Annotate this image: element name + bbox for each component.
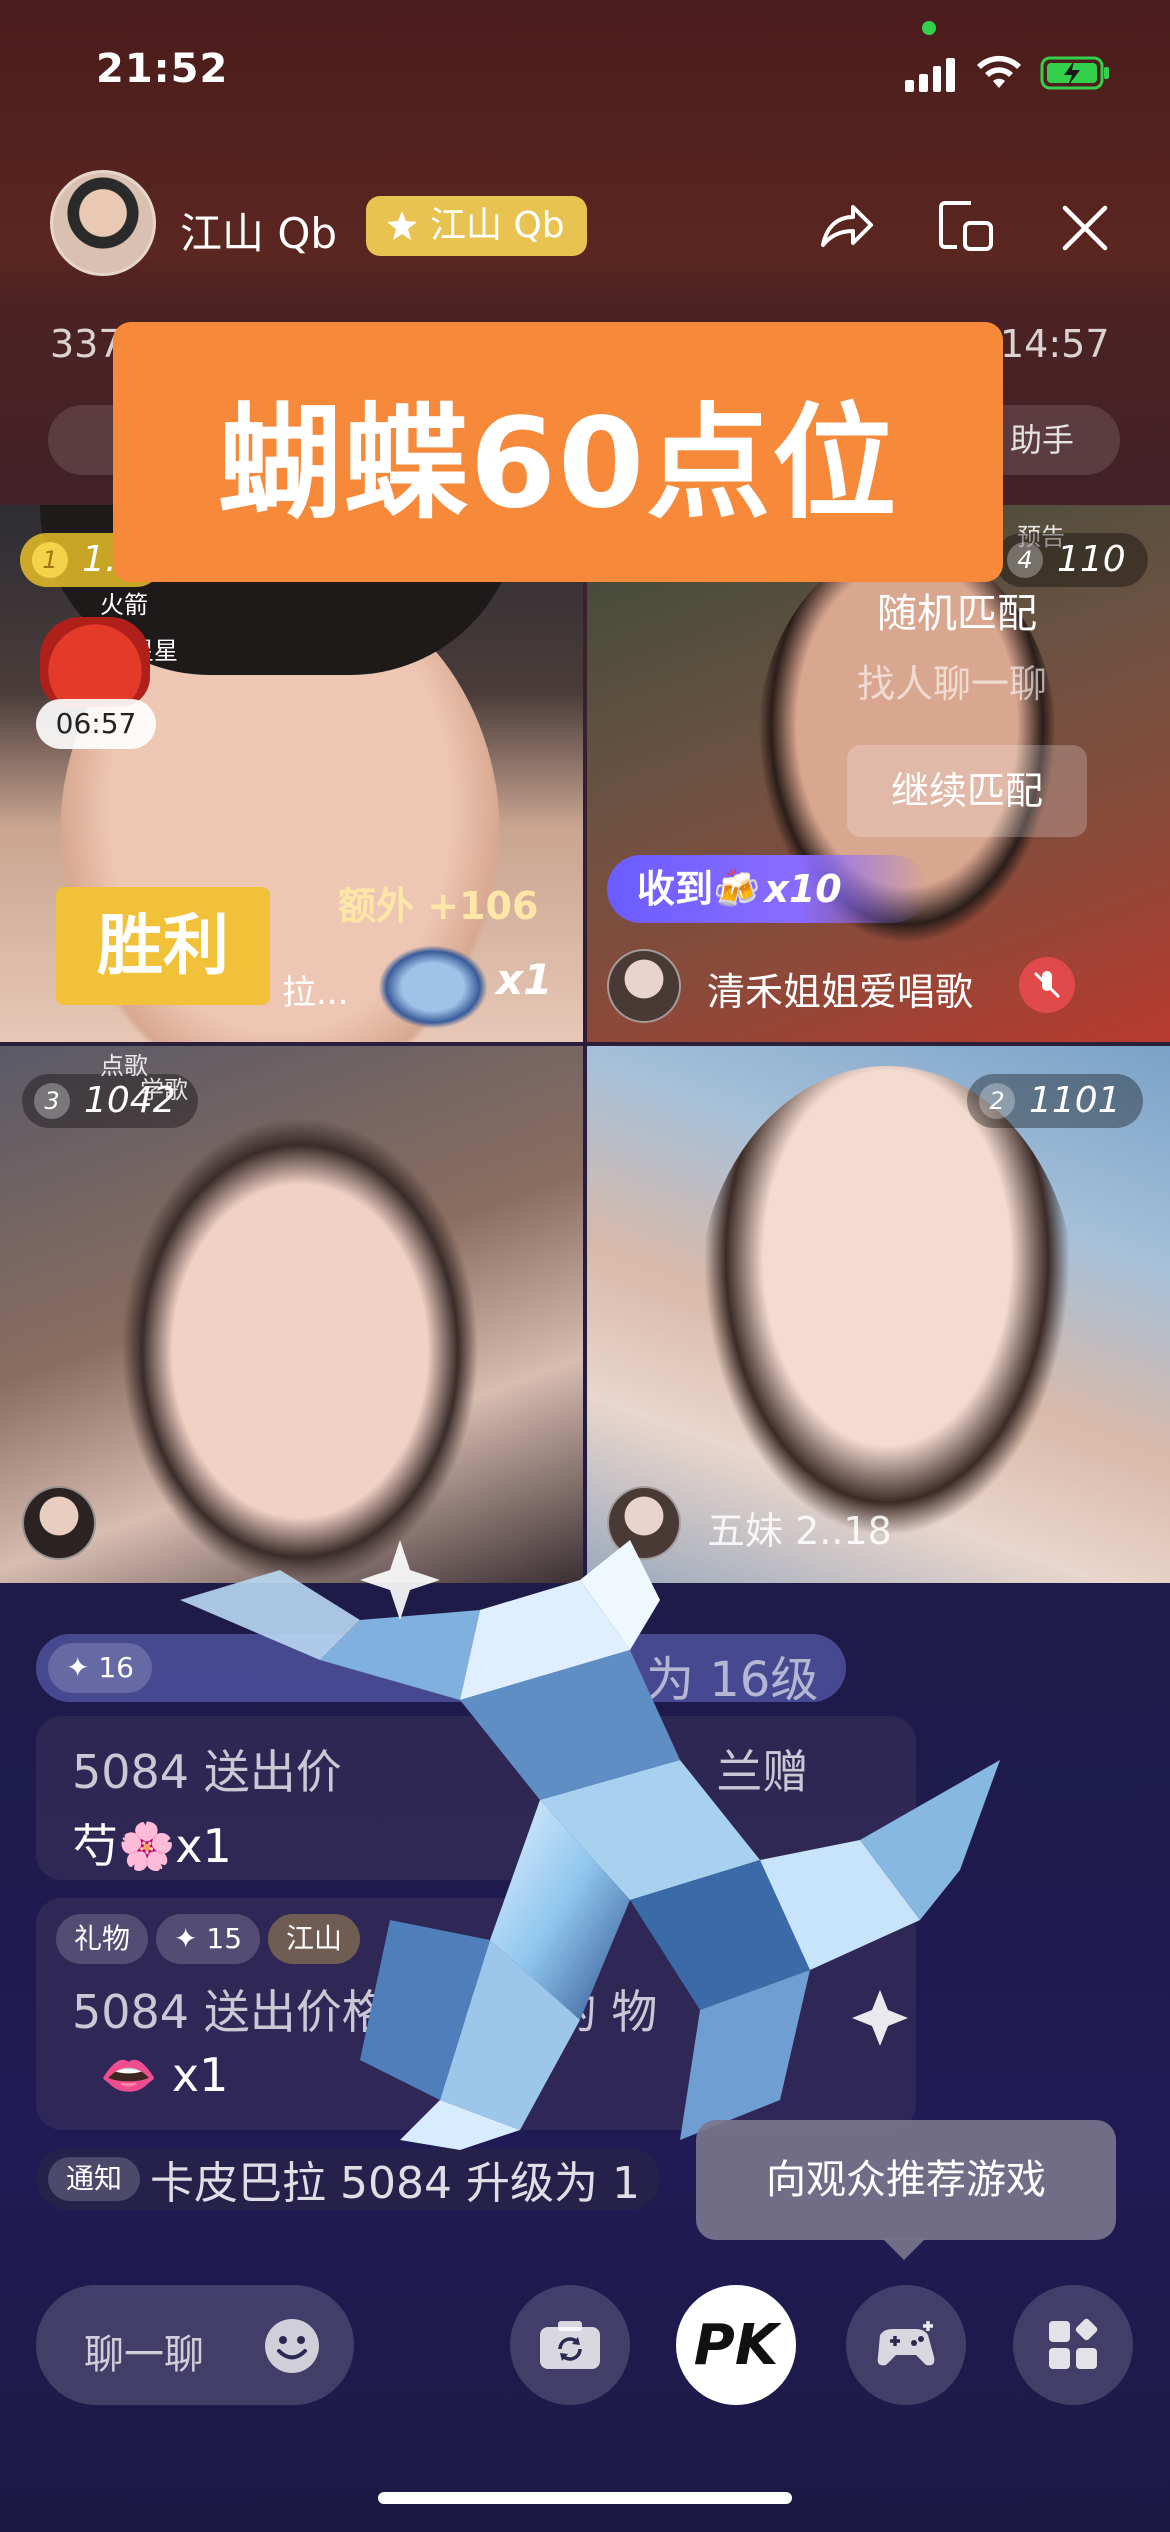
more-apps-button[interactable] [1013,2285,1133,2405]
flip-camera-icon [540,2321,600,2369]
wifi-icon [977,55,1021,88]
guest-avatar[interactable] [22,1486,96,1560]
gift-count: x1 [496,955,553,1004]
guest-name[interactable]: 清禾姐姐爱唱歌 [707,961,973,1016]
battery-charging-icon [1040,56,1109,90]
pk-button[interactable]: PK [676,2285,796,2405]
guest-face [120,1116,480,1583]
lucky-bag-icon[interactable] [40,617,150,707]
recommend-game-tooltip[interactable]: 向观众推荐游戏 [696,2120,1116,2240]
host-fan-badge[interactable]: 江山 Qb [366,196,587,256]
overlay-banner: 蝴蝶60点位 [113,322,1003,582]
close-icon[interactable] [1055,198,1115,258]
host-badge-label: 江山 Qb [430,205,565,246]
guest-face [697,1066,1077,1546]
privacy-indicator-dot [922,21,936,35]
received-gift-banner: 收到🍻 x10 [607,855,927,923]
star-badge-icon [387,211,417,240]
chat-input-placeholder: 聊一聊 [84,2332,204,2378]
gamepad-add-icon [877,2321,935,2366]
find-chat-subtitle: 找人聊一聊 [857,662,1048,706]
floating-window-icon[interactable] [935,195,997,257]
flip-camera-button[interactable] [510,2285,630,2405]
home-indicator[interactable] [378,2492,792,2504]
song-line-2: 学歌 [140,1076,188,1104]
extra-score: 额外 +106 [338,884,539,928]
live-timer: 14:57 [1000,322,1110,366]
random-match-title: 随机匹配 [877,591,1037,637]
rank-pill: 4 110 [995,533,1148,587]
rank-number: 3 [34,1083,70,1119]
share-icon[interactable] [815,195,877,257]
emoji-icon[interactable] [262,2316,322,2376]
video-tile-2[interactable]: 预告 4 110 随机匹配 找人聊一聊 继续匹配 收到🍻 x10 清禾姐姐爱唱歌 [587,505,1170,1042]
tooltip-arrow [882,2238,926,2260]
rank-pill: 2 1101 [967,1074,1143,1128]
video-tile-1[interactable]: 1 1… 火箭 星星 06:57 额外 +106 拉... x1 胜利 [0,505,583,1042]
video-tile-3[interactable]: 3 1042 点歌 学歌 [0,1046,583,1583]
gift-tag: 礼物 [56,1914,149,1964]
tile1-name: 拉... [282,973,349,1013]
gift-line-1: 火箭 [100,591,148,619]
lucky-bag-timer: 06:57 [36,699,156,749]
gift-icon [378,945,488,1029]
mic-off-icon [1019,957,1075,1013]
guest-avatar[interactable] [607,949,681,1023]
game-button[interactable] [846,2285,966,2405]
grid-apps-icon [1049,2318,1098,2369]
host-name[interactable]: 江山 Qb [180,200,337,261]
level-chip: ✦ 16 [48,1643,152,1693]
viewer-count[interactable]: 337 [50,322,123,366]
rank-number: 1 [32,542,68,578]
received-count: x10 [764,867,842,911]
cellular-signal-icon [905,56,955,92]
notice-tag: 通知 [48,2157,141,2201]
rank-score: 110 [1057,539,1126,580]
unicorn-gift-effect [180,1540,1000,2150]
rank-score: 1101 [1029,1080,1121,1121]
continue-match-button[interactable]: 继续匹配 [847,745,1087,837]
victory-badge: 胜利 [56,887,270,1005]
status-time: 21:52 [96,46,229,92]
received-label: 收到🍻 [637,867,761,911]
host-avatar[interactable] [50,170,156,276]
rank-number: 4 [1007,542,1043,578]
video-tile-4[interactable]: 2 1101 五妹 2..18 [587,1046,1170,1583]
assistant-pill-label: 助手 [1010,421,1075,459]
rank-number: 2 [979,1083,1015,1119]
